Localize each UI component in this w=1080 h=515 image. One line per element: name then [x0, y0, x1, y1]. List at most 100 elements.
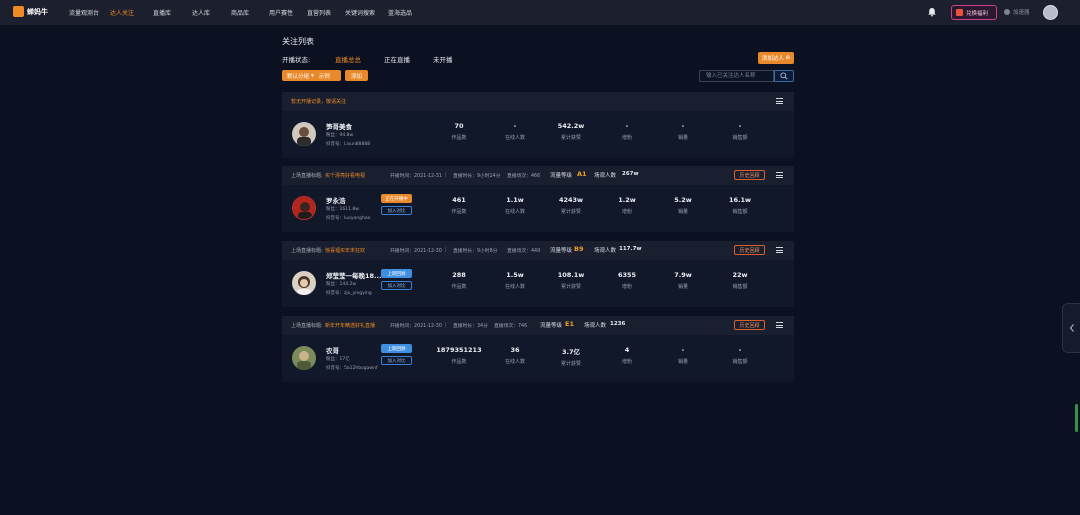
expert-card: 笋哥美食 粉丝：94.8w 抖音号：Lisun88888 70 作品数 - 在线人数… [282, 111, 794, 158]
menu-icon[interactable] [776, 98, 783, 104]
nav-item-list[interactable]: 直营列表 [307, 8, 331, 17]
add-group-button[interactable]: 添加 [345, 70, 368, 81]
stat-fans-gain: 1.2w 增粉 [618, 196, 636, 215]
join-compare-button[interactable]: 加入对比 [381, 206, 412, 215]
live-title[interactable]: 买个漂亮好看电视 [325, 172, 365, 179]
stat-online: 1.5w 在线人数 [504, 271, 525, 290]
expert-name[interactable]: 罗永浩 [326, 195, 346, 205]
live-title[interactable]: 新年开年精选好礼直播 [325, 322, 375, 329]
separator: | [445, 172, 447, 178]
flow-grade: A1 [577, 170, 587, 178]
nav-item-user[interactable]: 用户赛性 [269, 8, 293, 17]
nav-item-expert-library[interactable]: 达人库 [192, 8, 210, 17]
expert-douyin-id: 抖音号：zjx_yingying [326, 291, 372, 296]
stat-fans-gain: 6355 增粉 [617, 271, 637, 290]
stat-likes: 108.1w 累计获赞 [557, 271, 585, 290]
live-info-bar: 上场直播标题: 惊喜福买年末狂欢 开播时间：2021-12-30 | 直播时长：… [282, 241, 794, 260]
stat-works: 1879351213 作品数 [436, 346, 482, 365]
stat-sales: 7.9w 销量 [674, 271, 692, 290]
search-input[interactable] [699, 70, 774, 82]
nav-item-live-library[interactable]: 直播库 [153, 8, 171, 17]
nav-item-flow[interactable]: 流量观测台 [69, 8, 99, 17]
group-count: 示例 [318, 73, 330, 80]
live-title-label: 上场直播标题: [291, 248, 323, 254]
user-avatar[interactable] [1043, 5, 1058, 20]
expert-card: 农哥 粉丝：17亿 抖音号：5a12hbogawnf 上期回顾 加入对比 187… [282, 335, 794, 382]
stat-works: 461 作品数 [451, 196, 467, 215]
history-review-button[interactable]: 历史回顾 [734, 245, 765, 255]
avatar[interactable] [292, 346, 316, 370]
avatar[interactable] [292, 271, 316, 295]
stat-online: 1.1w 在线人数 [504, 196, 525, 215]
replay-badge[interactable]: 上期回顾 [381, 344, 412, 353]
live-count: 直播场次：466 [507, 174, 541, 179]
accelerator-link[interactable]: 加速器 [1004, 8, 1030, 16]
history-review-button[interactable]: 历史回顾 [734, 320, 765, 330]
duration: 直播时长：9小时24分 [453, 174, 501, 179]
search-icon [780, 72, 788, 80]
expert-name[interactable]: 笋哥美食 [326, 121, 352, 131]
menu-icon[interactable] [776, 322, 783, 328]
tab-all-live[interactable]: 直播总总 [335, 54, 361, 64]
live-title-label: 上场直播标题: [291, 173, 323, 179]
stat-likes: 4243w 累计获赞 [558, 196, 584, 215]
live-info-bar: 上场直播标题: 买个漂亮好看电视 开播时间：2021-12-31 | 直播时长：… [282, 166, 794, 185]
status-label: 开播状态: [282, 56, 311, 64]
stat-likes: 542.2w 累计获赞 [557, 122, 585, 141]
add-expert-button[interactable]: 添加达人 ⊕ [758, 52, 794, 64]
expert-fans: 粉丝：144.2w [326, 282, 357, 287]
history-review-button[interactable]: 历史回顾 [734, 170, 765, 180]
exchange-benefits-button[interactable]: 兑换福利 [951, 5, 997, 20]
live-count: 直播场次：449 [507, 249, 541, 254]
live-info-bar: 上场直播标题: 新年开年精选好礼直播 开播时间：2021-12-30 | 直播时… [282, 316, 794, 335]
stat-sales: - 销量 [677, 122, 688, 141]
expert-name[interactable]: 农哥 [326, 345, 339, 355]
exchange-label: 兑换福利 [966, 10, 989, 17]
flow-grade-label: 流量等级 [540, 323, 563, 329]
stat-revenue: - 销售额 [732, 346, 748, 365]
stat-revenue: - 销售额 [732, 122, 748, 141]
bell-icon[interactable] [927, 7, 937, 17]
menu-icon[interactable] [776, 247, 783, 253]
side-panel-toggle[interactable] [1062, 303, 1080, 353]
group-select[interactable]: 默认分组 ▾ 示例 [282, 70, 341, 81]
nav-item-follow[interactable]: 达人关注 [110, 8, 134, 17]
start-time: 开播时间：2021-12-30 [390, 324, 442, 329]
avatar[interactable] [292, 196, 316, 220]
avatar[interactable] [292, 122, 316, 146]
live-title[interactable]: 惊喜福买年末狂欢 [325, 247, 365, 254]
viewers-label: 场观人数 [584, 323, 607, 329]
nav-item-blue-ocean[interactable]: 蓝海选品 [388, 8, 412, 17]
stat-sales: - 销量 [677, 346, 688, 365]
scrollbar-thumb[interactable] [1075, 404, 1078, 432]
separator: | [445, 322, 447, 328]
logo[interactable]: 蝉妈牛 [13, 6, 48, 17]
menu-icon[interactable] [776, 172, 783, 178]
expert-card: 罗永浩 粉丝：1611.8w 抖音号：luoyonghao 正在开播中 加入对比… [282, 185, 794, 232]
search-button[interactable] [774, 70, 794, 82]
start-time: 开播时间：2021-12-30 [390, 249, 442, 254]
tab-live-now[interactable]: 正在直播 [384, 54, 410, 64]
expert-fans: 粉丝：94.8w [326, 133, 354, 138]
live-status-badge[interactable]: 正在开播中 [381, 194, 412, 203]
tab-not-live[interactable]: 未开播 [433, 54, 453, 64]
replay-badge[interactable]: 上期回顾 [381, 269, 412, 278]
flow-grade-label: 流量等级 [550, 248, 573, 254]
stat-works: 70 作品数 [451, 122, 467, 141]
viewers-value: 267w [622, 171, 639, 177]
join-compare-button[interactable]: 加入对比 [381, 281, 412, 290]
stat-revenue: 22w 销售额 [732, 271, 748, 290]
stat-works: 288 作品数 [451, 271, 467, 290]
stat-fans-gain: 4 增粉 [621, 346, 632, 365]
expert-douyin-id: 抖音号：Lisun88888 [326, 142, 371, 147]
accelerator-label: 加速器 [1013, 10, 1030, 16]
expert-name[interactable]: 郑莹莹一每晚18... [326, 270, 381, 280]
duration: 直播时长：34分 [453, 324, 488, 329]
nav-item-keyword-search[interactable]: 关键词搜索 [345, 8, 375, 17]
viewers-value: 1236 [610, 321, 626, 327]
join-compare-button[interactable]: 加入对比 [381, 356, 412, 365]
live-title-label: 上场直播标题: [291, 323, 323, 329]
page-title: 关注列表 [282, 37, 314, 46]
nav-item-product-library[interactable]: 商品库 [231, 8, 249, 17]
logo-text: 蝉妈牛 [27, 7, 48, 16]
